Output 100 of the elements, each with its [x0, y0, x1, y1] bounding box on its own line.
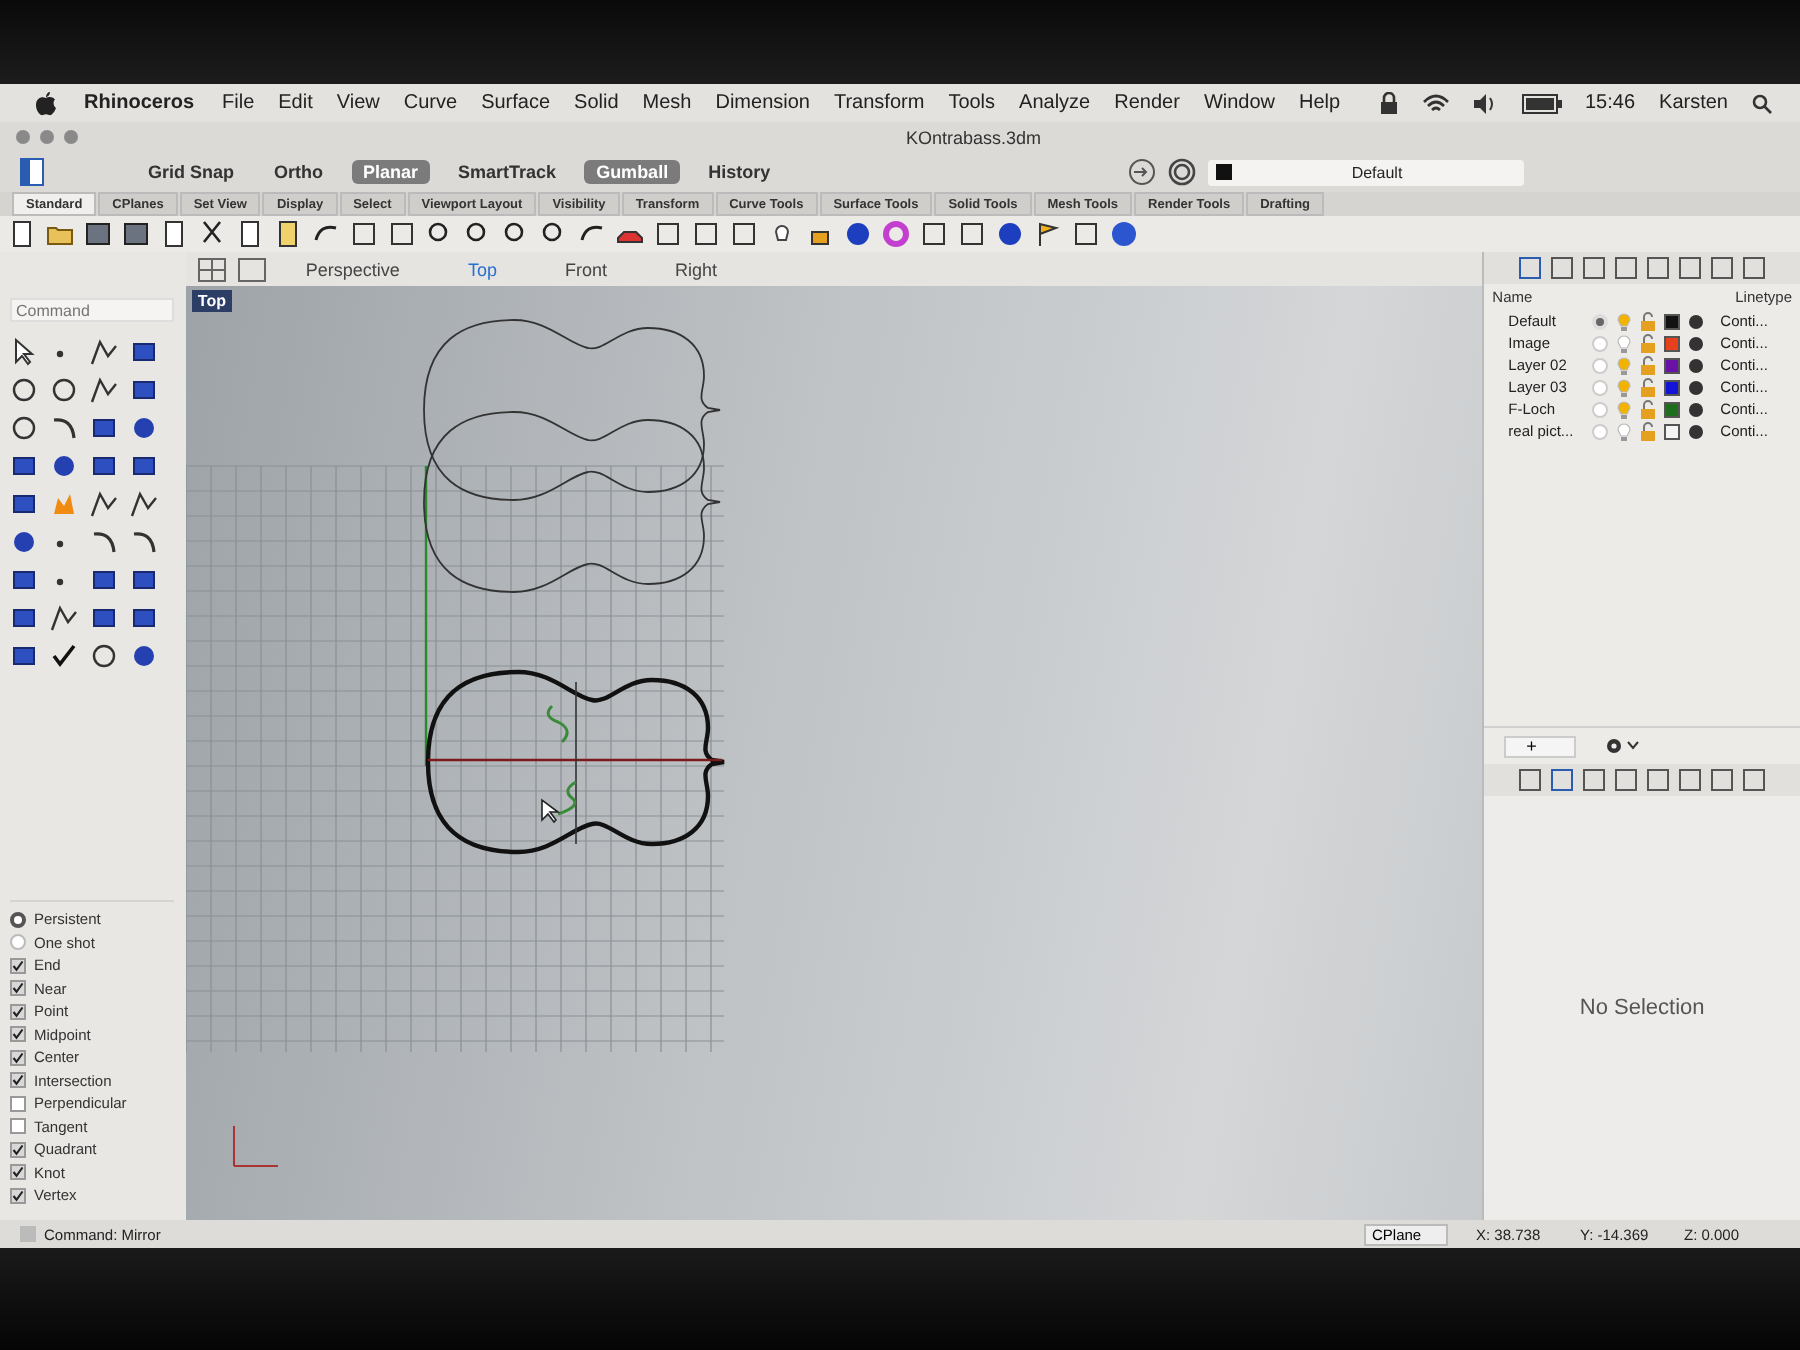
- tool-icon[interactable]: [90, 338, 118, 366]
- current-layer-radio[interactable]: [1592, 313, 1609, 329]
- menu-item[interactable]: Dimension: [715, 92, 810, 114]
- radio-button[interactable]: [10, 911, 26, 927]
- checkbox[interactable]: [10, 1049, 26, 1065]
- tool-icon[interactable]: [90, 566, 118, 594]
- mode-toggle[interactable]: Gumball: [584, 160, 681, 184]
- checkbox[interactable]: [10, 1187, 26, 1203]
- panel-tab-icon[interactable]: [1646, 256, 1671, 280]
- tool-icon[interactable]: [130, 452, 158, 480]
- current-layer-radio[interactable]: [1592, 357, 1609, 373]
- panel-tab-icon[interactable]: [1742, 256, 1767, 280]
- menu-item[interactable]: Analyze: [1019, 92, 1091, 114]
- tool-icon[interactable]: [130, 338, 158, 366]
- toolbar-icon[interactable]: [958, 220, 986, 248]
- command-field[interactable]: Command: [10, 298, 174, 322]
- mode-toggle[interactable]: SmartTrack: [446, 160, 569, 184]
- target-icon[interactable]: [1128, 158, 1156, 186]
- grid-layout-icon[interactable]: [197, 257, 226, 281]
- tool-icon[interactable]: [130, 376, 158, 404]
- toolbar-icon[interactable]: [1034, 220, 1062, 248]
- menu-item[interactable]: Tools: [948, 92, 996, 114]
- tool-icon[interactable]: [130, 642, 158, 670]
- current-layer-radio[interactable]: [1592, 335, 1609, 351]
- menu-item[interactable]: Surface: [481, 92, 551, 114]
- toolbar-icon[interactable]: [844, 220, 872, 248]
- user-name[interactable]: Karsten: [1659, 92, 1728, 114]
- checkbox[interactable]: [10, 980, 26, 996]
- radio-button[interactable]: [10, 934, 26, 950]
- app-menu[interactable]: Rhinoceros: [84, 92, 195, 114]
- tool-icon[interactable]: [130, 566, 158, 594]
- viewport-tab[interactable]: Right: [646, 259, 745, 279]
- tool-icon[interactable]: [10, 490, 38, 518]
- toolbar-icon[interactable]: [8, 220, 36, 248]
- tool-icon[interactable]: [90, 642, 118, 670]
- panel-tab-icon[interactable]: [1646, 768, 1671, 792]
- mode-toggle[interactable]: Ortho: [262, 160, 336, 184]
- sidebar-toggle-icon[interactable]: [20, 158, 44, 186]
- layer-color-swatch[interactable]: [1664, 379, 1681, 395]
- tool-icon[interactable]: [90, 414, 118, 442]
- layer-color-swatch[interactable]: [1664, 357, 1681, 373]
- menu-item[interactable]: Render: [1114, 92, 1180, 114]
- tool-icon[interactable]: [10, 528, 38, 556]
- gear-icon[interactable]: [1604, 736, 1641, 756]
- panel-tab-icon[interactable]: [1678, 256, 1703, 280]
- layer-color-swatch[interactable]: [1664, 423, 1681, 439]
- tool-icon[interactable]: [10, 414, 38, 442]
- command-panel-toggle[interactable]: [20, 1226, 36, 1242]
- panel-tab-icon[interactable]: [1582, 256, 1607, 280]
- tool-icon[interactable]: [90, 604, 118, 632]
- checkbox[interactable]: [10, 1095, 26, 1111]
- toolbar-icon[interactable]: [1072, 220, 1100, 248]
- toolbar-icon[interactable]: [198, 220, 226, 248]
- tool-icon[interactable]: [50, 376, 78, 404]
- current-layer-radio[interactable]: [1592, 401, 1609, 417]
- menu-item[interactable]: Help: [1299, 92, 1341, 114]
- tool-icon[interactable]: [50, 604, 78, 632]
- clock[interactable]: 15:46: [1585, 92, 1636, 114]
- toolbar-icon[interactable]: [122, 220, 150, 248]
- panel-tab-icon[interactable]: [1550, 768, 1575, 792]
- viewport-label[interactable]: Top: [191, 290, 232, 312]
- search-icon[interactable]: [1752, 93, 1772, 113]
- viewport-tab[interactable]: Perspective: [277, 259, 428, 279]
- checkbox[interactable]: [10, 1072, 26, 1088]
- toolbar-icon[interactable]: [388, 220, 416, 248]
- add-layer-button[interactable]: +: [1504, 735, 1577, 757]
- layer-color-swatch[interactable]: [1664, 313, 1681, 329]
- panel-tab-icon[interactable]: [1550, 256, 1575, 280]
- current-layer-radio[interactable]: [1592, 423, 1609, 439]
- checkbox[interactable]: [10, 1141, 26, 1157]
- tool-icon[interactable]: [90, 490, 118, 518]
- checkbox[interactable]: [10, 1026, 26, 1042]
- tool-icon[interactable]: [130, 414, 158, 442]
- circle-icon[interactable]: [1168, 158, 1196, 186]
- panel-tab-icon[interactable]: [1518, 768, 1543, 792]
- tool-icon[interactable]: [10, 566, 38, 594]
- tool-icon[interactable]: [10, 338, 38, 366]
- tool-icon[interactable]: [10, 642, 38, 670]
- menu-item[interactable]: Solid: [574, 92, 619, 114]
- menu-item[interactable]: File: [222, 92, 255, 114]
- mode-toggle[interactable]: History: [696, 160, 783, 184]
- tool-icon[interactable]: [50, 414, 78, 442]
- panel-tab-icon[interactable]: [1742, 768, 1767, 792]
- wifi-icon[interactable]: [1421, 93, 1449, 113]
- panel-tab-icon[interactable]: [1582, 768, 1607, 792]
- panel-tab-icon[interactable]: [1710, 256, 1735, 280]
- bass-outline[interactable]: [425, 669, 726, 855]
- checkbox[interactable]: [10, 1164, 26, 1180]
- panel-tab-icon[interactable]: [1614, 768, 1639, 792]
- tool-icon[interactable]: [90, 452, 118, 480]
- checkbox[interactable]: [10, 1003, 26, 1019]
- volume-icon[interactable]: [1473, 93, 1497, 113]
- tool-icon[interactable]: [90, 376, 118, 404]
- checkbox[interactable]: [10, 1118, 26, 1134]
- panel-tab-icon[interactable]: [1614, 256, 1639, 280]
- tool-icon[interactable]: [90, 528, 118, 556]
- menu-item[interactable]: Transform: [833, 92, 925, 114]
- toolbar-icon[interactable]: [654, 220, 682, 248]
- tool-icon[interactable]: [50, 642, 78, 670]
- apple-logo-icon[interactable]: [36, 91, 56, 115]
